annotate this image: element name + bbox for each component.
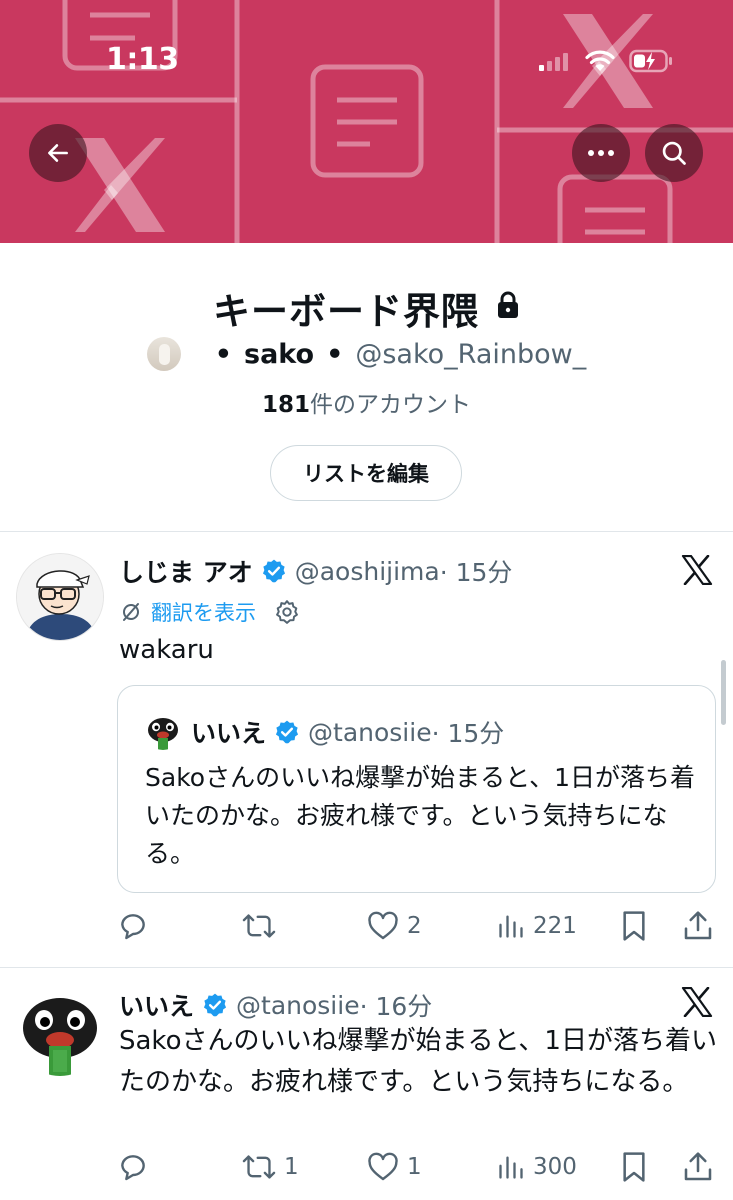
views-icon <box>499 915 523 938</box>
reply-icon <box>121 914 145 940</box>
member-count-number: 181 <box>261 392 310 418</box>
status-icons <box>539 46 673 76</box>
views-button[interactable]: 300 <box>497 1147 577 1187</box>
verified-badge-icon <box>202 992 228 1018</box>
share-icon <box>684 911 712 940</box>
bookmark-button[interactable] <box>620 1147 648 1187</box>
quoted-tweet-header: いいえ @tanosiie · 15分 <box>145 714 504 750</box>
tweet-avatar[interactable] <box>16 553 104 641</box>
status-bar: 1:13 <box>0 0 733 120</box>
like-count: 2 <box>407 913 422 939</box>
list-banner: 1:13 <box>0 0 733 243</box>
tweet-avatar[interactable] <box>16 988 104 1076</box>
translate-icon <box>123 603 139 621</box>
tweet-author-handle[interactable]: @aoshijima <box>295 557 440 586</box>
translate-row[interactable]: 翻訳を表示 <box>119 597 300 627</box>
edit-list-button[interactable]: リストを編集 <box>270 445 462 501</box>
x-logo-icon <box>681 555 713 585</box>
reply-button[interactable] <box>117 906 157 946</box>
arrow-left-icon <box>48 144 68 162</box>
battery-icon <box>629 49 672 73</box>
retweet-count: 1 <box>284 1154 299 1180</box>
retweet-button[interactable] <box>242 906 284 946</box>
views-button[interactable]: 221 <box>497 906 577 946</box>
tweet-timestamp[interactable]: · 16分 <box>360 987 433 1023</box>
tweet-actions: 1 1 300 <box>117 1147 717 1187</box>
like-button[interactable]: 2 <box>367 906 422 946</box>
quoted-author-handle[interactable]: @tanosiie <box>308 718 432 747</box>
translate-link[interactable]: 翻訳を表示 <box>151 597 256 627</box>
search-icon <box>662 141 686 165</box>
status-time: 1:13 <box>106 42 179 77</box>
separator-dot: • <box>326 338 344 370</box>
tweet-actions: 2 221 <box>117 906 717 946</box>
bookmark-button[interactable] <box>620 906 648 946</box>
share-button[interactable] <box>683 906 713 946</box>
like-count: 1 <box>407 1154 422 1180</box>
reply-icon <box>121 1155 145 1181</box>
tweet-author-handle[interactable]: @tanosiie <box>236 991 360 1020</box>
member-count[interactable]: 181件のアカウント <box>0 385 733 419</box>
penguin-avatar-illustration <box>16 988 104 1076</box>
quoted-tweet[interactable]: いいえ @tanosiie · 15分 Sakoさんのいいね爆撃が始まると、1日… <box>117 685 716 893</box>
quoted-timestamp[interactable]: · 15分 <box>432 714 505 750</box>
tweet-text: wakaru <box>119 635 214 665</box>
tweet-header: いいえ @tanosiie · 16分 <box>119 987 432 1023</box>
divider <box>0 531 733 532</box>
share-icon <box>684 1152 712 1181</box>
penguin-avatar-illustration <box>145 714 181 750</box>
search-button[interactable] <box>645 124 703 182</box>
tweet-header: しじま アオ @aoshijima · 15分 <box>119 553 512 589</box>
wifi-icon <box>585 50 615 71</box>
like-button[interactable]: 1 <box>367 1147 422 1187</box>
cellular-signal-icon <box>539 53 568 71</box>
member-count-label: 件のアカウント <box>310 392 471 418</box>
verified-badge-icon <box>274 719 300 745</box>
verified-badge-icon <box>261 558 287 584</box>
more-dots-icon <box>588 150 614 156</box>
views-count: 300 <box>533 1154 577 1180</box>
quoted-tweet-avatar[interactable] <box>145 714 181 750</box>
back-button[interactable] <box>29 124 87 182</box>
avatar-illustration <box>17 554 103 640</box>
separator-dot: • <box>214 338 233 370</box>
divider <box>0 967 733 968</box>
owner-name[interactable]: sako <box>244 339 314 370</box>
quoted-tweet-text: Sakoさんのいいね爆撃が始まると、1日が落ち着いたのかな。お疲れ様です。という… <box>145 763 695 868</box>
list-title: キーボード界隈 <box>212 290 479 333</box>
lock-icon <box>498 291 519 318</box>
owner-avatar[interactable] <box>146 337 181 371</box>
share-button[interactable] <box>683 1147 713 1187</box>
retweet-icon <box>242 1155 276 1179</box>
list-title-row: キーボード界隈 <box>0 281 733 335</box>
reply-button[interactable] <box>117 1147 157 1187</box>
list-owner-row[interactable]: • sako • @sako_Rainbow_ <box>0 337 733 371</box>
tweet-author-name[interactable]: しじま アオ <box>119 553 253 589</box>
views-icon <box>499 1156 523 1179</box>
quoted-author-name[interactable]: いいえ <box>191 714 266 750</box>
bookmark-icon <box>623 1152 645 1182</box>
retweet-button[interactable]: 1 <box>242 1147 299 1187</box>
owner-handle[interactable]: @sako_Rainbow_ <box>355 339 586 370</box>
bookmark-icon <box>623 911 645 941</box>
views-count: 221 <box>533 913 577 939</box>
tweet-timestamp[interactable]: · 15分 <box>440 553 513 589</box>
scrollbar[interactable] <box>721 660 726 725</box>
retweet-icon <box>242 914 276 938</box>
gear-icon[interactable] <box>274 599 300 625</box>
more-options-button[interactable] <box>572 124 630 182</box>
heart-icon <box>368 911 398 940</box>
x-logo-icon <box>681 987 713 1017</box>
tweet-author-name[interactable]: いいえ <box>119 987 194 1023</box>
heart-icon <box>368 1152 398 1181</box>
tweet-text: Sakoさんのいいね爆撃が始まると、1日が落ち着いたのかな。お疲れ様です。という… <box>119 1026 717 1097</box>
